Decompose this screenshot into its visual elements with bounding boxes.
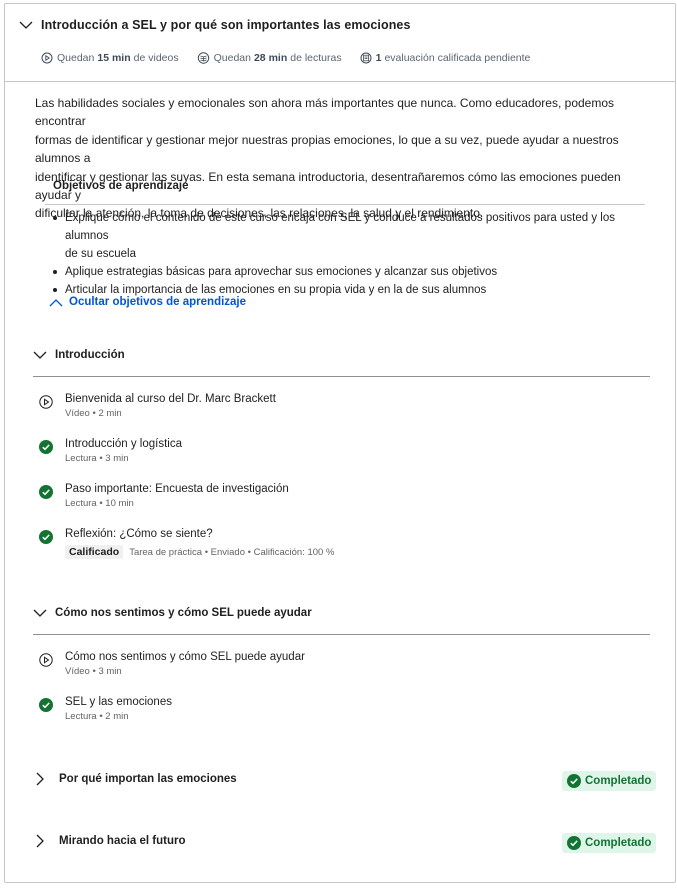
module-title: Introducción a SEL y por qué son importa…	[41, 18, 411, 32]
section-header-por-que-importan[interactable]: Por qué importan las emociones	[33, 772, 237, 786]
play-icon	[39, 653, 53, 667]
stat-videos-suffix: de videos	[133, 52, 179, 64]
stat-readings: Quedan 28 min de lecturas	[197, 52, 342, 64]
module-header[interactable]: Introducción a SEL y por qué son importa…	[5, 4, 675, 82]
hide-objectives-label: Ocultar objetivos de aprendizaje	[69, 296, 247, 308]
completed-label: Completado	[585, 837, 652, 849]
objective-text: Explique cómo el contenido de este curso…	[65, 212, 615, 242]
list-item[interactable]: Paso importante: Encuesta de investigaci…	[39, 481, 289, 509]
list-item[interactable]: Bienvenida al curso del Dr. Marc Bracket…	[39, 391, 276, 419]
chevron-right-icon[interactable]	[33, 772, 47, 786]
item-meta: Vídeo • 3 min	[65, 666, 122, 677]
stat-assessment-value: 1	[375, 52, 382, 64]
list-item[interactable]: SEL y las emociones Lectura • 2 min	[39, 694, 172, 722]
chevron-down-icon[interactable]	[19, 18, 33, 32]
objective-text-cont: de su escuela	[65, 248, 136, 260]
item-title[interactable]: Reflexión: ¿Cómo se siente?	[65, 526, 334, 542]
objective-text: Aplique estrategias básicas para aprovec…	[65, 266, 498, 278]
list-item[interactable]: Introducción y logística Lectura • 3 min	[39, 436, 182, 464]
stat-assessment-suffix: evaluación calificada pendiente	[384, 52, 531, 64]
list-item[interactable]: Reflexión: ¿Cómo se siente? Calificado T…	[39, 526, 334, 559]
item-meta: Lectura • 2 min	[65, 711, 129, 722]
item-duration: 2 min	[105, 711, 129, 722]
stat-assessment: 1 evaluación calificada pendiente	[360, 52, 531, 64]
section-title: Mirando hacia el futuro	[59, 835, 186, 847]
chevron-down-icon[interactable]	[33, 348, 47, 362]
section-divider	[33, 376, 650, 377]
graded-badge: Calificado	[65, 545, 124, 559]
item-meta: Vídeo • 2 min	[65, 408, 122, 419]
chevron-down-icon[interactable]	[33, 606, 47, 620]
description-line: formas de identificar y gestionar mejor …	[35, 132, 619, 166]
objectives-list: Explique cómo el contenido de este curso…	[49, 209, 649, 299]
play-icon	[39, 395, 53, 409]
module-card: Introducción a SEL y por qué son importa…	[4, 3, 676, 883]
chevron-right-icon[interactable]	[33, 834, 47, 848]
objective-text: Articular la importancia de las emocione…	[65, 284, 487, 296]
stat-videos-value: 15 min	[97, 52, 131, 64]
item-title[interactable]: Bienvenida al curso del Dr. Marc Bracket…	[65, 391, 276, 407]
completed-badge: Completado	[562, 771, 657, 791]
objective-item: Aplique estrategias básicas para aprovec…	[49, 263, 649, 281]
section-title: Por qué importan las emociones	[59, 773, 237, 785]
stat-videos: Quedan 15 min de videos	[41, 52, 179, 64]
check-icon	[567, 774, 581, 788]
section-title: Introducción	[55, 349, 125, 361]
item-duration: 3 min	[98, 666, 122, 677]
check-icon	[39, 698, 53, 712]
stat-videos-prefix: Quedan	[57, 52, 95, 64]
item-duration: 2 min	[98, 408, 122, 419]
completed-badge: Completado	[562, 833, 657, 853]
stat-readings-suffix: de lecturas	[290, 52, 342, 64]
list-item[interactable]: Cómo nos sentimos y cómo SEL puede ayuda…	[39, 649, 305, 677]
item-type: Tarea de práctica	[129, 546, 203, 558]
play-circle-icon	[41, 52, 53, 64]
stat-readings-prefix: Quedan	[213, 52, 251, 64]
hide-objectives-link[interactable]: Ocultar objetivos de aprendizaje	[49, 296, 246, 308]
item-type: Vídeo	[65, 408, 90, 419]
item-title[interactable]: Paso importante: Encuesta de investigaci…	[65, 481, 289, 497]
module-title-row[interactable]: Introducción a SEL y por qué son importa…	[19, 18, 411, 32]
completed-label: Completado	[585, 775, 652, 787]
chevron-up-icon	[49, 298, 63, 306]
item-duration: 10 min	[105, 498, 134, 509]
item-meta: Lectura • 3 min	[65, 453, 129, 464]
item-type: Lectura	[65, 711, 97, 722]
section-header-como-nos-sentimos[interactable]: Cómo nos sentimos y cómo SEL puede ayuda…	[33, 606, 312, 620]
check-icon	[39, 485, 53, 499]
item-status: Enviado	[210, 546, 246, 558]
item-grade: Calificación: 100 %	[253, 546, 335, 558]
book-icon	[197, 52, 209, 64]
section-header-mirando-hacia-el-futuro[interactable]: Mirando hacia el futuro	[33, 834, 186, 848]
check-icon	[39, 530, 53, 544]
item-duration: 3 min	[105, 453, 129, 464]
module-stats: Quedan 15 min de videos Quedan 28 min de…	[41, 52, 548, 64]
section-header-introduccion[interactable]: Introducción	[33, 348, 125, 362]
item-title[interactable]: Cómo nos sentimos y cómo SEL puede ayuda…	[65, 649, 305, 665]
objective-item: Explique cómo el contenido de este curso…	[49, 209, 649, 263]
section-divider	[33, 634, 650, 635]
objectives-title: Objetivos de aprendizaje	[53, 180, 189, 192]
section-title: Cómo nos sentimos y cómo SEL puede ayuda…	[55, 607, 312, 619]
divider	[45, 204, 645, 205]
item-type: Vídeo	[65, 666, 90, 677]
check-icon	[567, 836, 581, 850]
item-meta: Lectura • 10 min	[65, 498, 134, 509]
item-meta: Calificado Tarea de práctica • Enviado •…	[65, 545, 334, 559]
item-type: Lectura	[65, 498, 97, 509]
item-title[interactable]: Introducción y logística	[65, 436, 182, 452]
description-line: Las habilidades sociales y emocionales s…	[35, 96, 615, 129]
check-icon	[39, 440, 53, 454]
item-title[interactable]: SEL y las emociones	[65, 694, 172, 710]
item-type: Lectura	[65, 453, 97, 464]
assignment-icon	[360, 52, 372, 64]
stat-readings-value: 28 min	[253, 52, 288, 64]
